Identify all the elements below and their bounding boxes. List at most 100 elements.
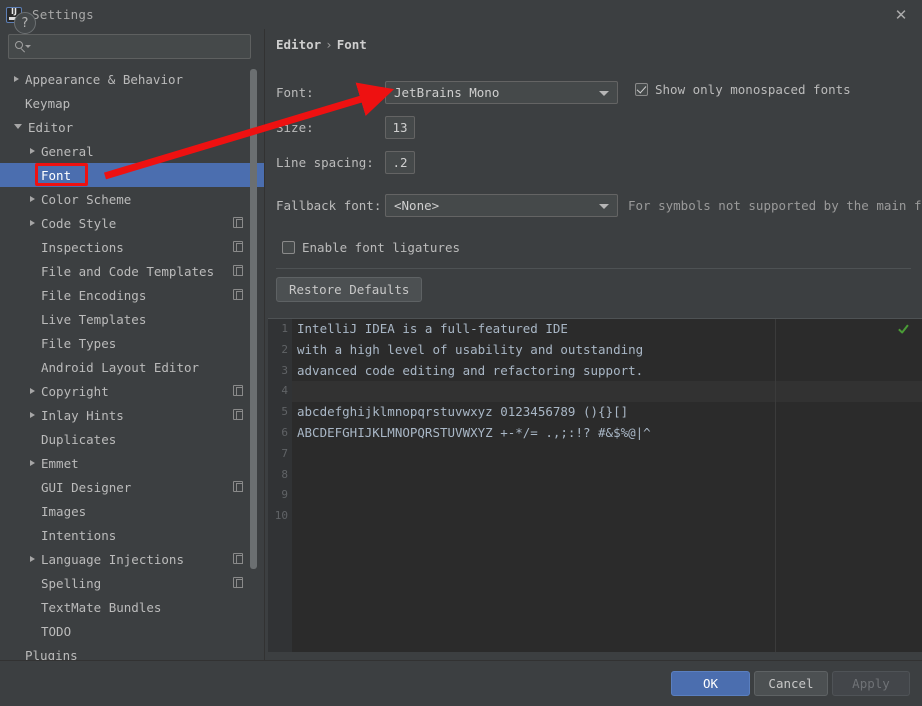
sidebar-item-appearance-behavior[interactable]: Appearance & Behavior — [0, 67, 265, 91]
sidebar-item-label: Appearance & Behavior — [25, 71, 184, 87]
sidebar-item-live-templates[interactable]: Live Templates — [0, 307, 265, 331]
code-line — [292, 381, 922, 403]
ligatures-checkbox-row[interactable]: Enable font ligatures — [282, 240, 460, 255]
size-input[interactable]: 13 — [385, 116, 415, 139]
editor-code-area[interactable]: IntelliJ IDEA is a full-featured IDE with… — [292, 319, 922, 652]
ok-button[interactable]: OK — [671, 671, 750, 696]
font-combo[interactable]: JetBrains Mono — [385, 81, 618, 104]
chevron-down-icon — [599, 204, 609, 209]
chevron-right-icon[interactable] — [30, 388, 35, 394]
sidebar-item-label: Intentions — [41, 527, 117, 543]
copy-settings-icon — [233, 409, 243, 420]
sidebar-item-inspections[interactable]: Inspections — [0, 235, 265, 259]
breadcrumb-leaf: Font — [336, 37, 367, 52]
copy-settings-icon — [233, 577, 243, 588]
chevron-right-icon[interactable] — [14, 76, 19, 82]
monospaced-checkbox-row[interactable]: Show only monospaced fonts — [635, 82, 851, 97]
line-number: 2 — [281, 342, 288, 356]
editor-gutter: 1 2 3 4 5 6 7 8 9 10 — [268, 319, 292, 652]
breadcrumb-root[interactable]: Editor — [276, 37, 321, 52]
copy-settings-icon — [233, 289, 243, 300]
sidebar-item-label: Inlay Hints — [41, 407, 124, 423]
search-box[interactable] — [8, 34, 251, 59]
chevron-right-icon[interactable] — [30, 412, 35, 418]
sidebar-item-file-and-code-templates[interactable]: File and Code Templates — [0, 259, 265, 283]
sidebar-item-duplicates[interactable]: Duplicates — [0, 427, 265, 451]
sidebar-item-label: Color Scheme — [41, 191, 132, 207]
line-number: 7 — [281, 446, 288, 460]
sidebar-item-gui-designer[interactable]: GUI Designer — [0, 475, 265, 499]
breadcrumb-separator: › — [325, 37, 333, 52]
sidebar-item-label: Inspections — [41, 239, 124, 255]
code-line: with a high level of usability and outst… — [297, 341, 644, 357]
line-number: 1 — [281, 322, 288, 335]
line-number: 9 — [281, 488, 288, 502]
copy-settings-icon — [233, 241, 243, 252]
line-number: 5 — [281, 405, 288, 419]
sidebar-item-android-layout-editor[interactable]: Android Layout Editor — [0, 355, 265, 379]
sidebar-item-label: Font — [41, 167, 72, 183]
sidebar-item-keymap[interactable]: Keymap — [0, 91, 265, 115]
sidebar-item-label: Keymap — [25, 95, 71, 111]
chevron-right-icon[interactable] — [30, 220, 35, 226]
settings-dialog: Settings ✕ Appearance & Behavior Keymap Ed… — [0, 0, 922, 706]
chevron-right-icon[interactable] — [30, 556, 35, 562]
sidebar-item-label: General — [41, 143, 94, 159]
sidebar-item-editor[interactable]: Editor — [0, 115, 265, 139]
sidebar-item-textmate-bundles[interactable]: TextMate Bundles — [0, 595, 265, 619]
sidebar-item-color-scheme[interactable]: Color Scheme — [0, 187, 265, 211]
code-line: IntelliJ IDEA is a full-featured IDE — [297, 321, 568, 336]
line-number: 6 — [281, 425, 288, 439]
sidebar-item-label: Editor — [28, 119, 74, 135]
chevron-right-icon[interactable] — [30, 460, 35, 466]
line-spacing-input[interactable]: .2 — [385, 151, 415, 174]
line-number: 3 — [281, 363, 288, 377]
sidebar-item-intentions[interactable]: Intentions — [0, 523, 265, 547]
sidebar-item-label: TODO — [41, 623, 72, 639]
sidebar-item-copyright[interactable]: Copyright — [0, 379, 265, 403]
restore-defaults-button[interactable]: Restore Defaults — [276, 277, 423, 302]
fallback-font-combo[interactable]: <None> — [385, 194, 618, 217]
font-label: Font: — [276, 85, 314, 100]
chevron-down-icon[interactable] — [14, 124, 22, 132]
sidebar-item-plugins[interactable]: Plugins — [0, 643, 265, 661]
ligatures-checkbox[interactable] — [282, 241, 295, 254]
search-input[interactable] — [31, 38, 250, 55]
sidebar-item-images[interactable]: Images — [0, 499, 265, 523]
sidebar-item-label: GUI Designer — [41, 479, 132, 495]
section-divider — [276, 268, 911, 269]
sidebar-item-label: File Encodings — [41, 287, 147, 303]
sidebar-scrollbar[interactable] — [250, 69, 257, 629]
sidebar-item-label: TextMate Bundles — [41, 599, 162, 615]
sidebar-item-emmet[interactable]: Emmet — [0, 451, 265, 475]
cancel-button[interactable]: Cancel — [754, 671, 828, 696]
sidebar-item-label: File and Code Templates — [41, 263, 215, 279]
search-icon — [15, 40, 31, 54]
monospaced-checkbox[interactable] — [635, 83, 648, 96]
code-line: advanced code editing and refactoring su… — [297, 362, 644, 378]
sidebar-item-inlay-hints[interactable]: Inlay Hints — [0, 403, 265, 427]
chevron-down-icon — [599, 91, 609, 96]
sidebar-item-spelling[interactable]: Spelling — [0, 571, 265, 595]
settings-sidebar: Appearance & Behavior Keymap Editor General… — [0, 29, 265, 660]
editor-fold-column — [775, 319, 776, 652]
font-row: Font: JetBrains Mono — [276, 81, 618, 104]
copy-settings-icon — [233, 385, 243, 396]
ligatures-checkbox-label: Enable font ligatures — [302, 240, 461, 255]
size-row: Size: 13 — [276, 116, 415, 139]
sidebar-scrollbar-thumb[interactable] — [250, 69, 257, 569]
sidebar-item-language-injections[interactable]: Language Injections — [0, 547, 265, 571]
help-button[interactable]: ? — [14, 12, 36, 34]
sidebar-item-general[interactable]: General — [0, 139, 265, 163]
sidebar-item-code-style[interactable]: Code Style — [0, 211, 265, 235]
fallback-font-value: <None> — [394, 198, 440, 213]
close-icon[interactable]: ✕ — [888, 4, 914, 26]
sidebar-item-todo[interactable]: TODO — [0, 619, 265, 643]
chevron-right-icon[interactable] — [30, 148, 35, 154]
sidebar-item-font[interactable]: Font — [0, 163, 265, 187]
sidebar-item-file-encodings[interactable]: File Encodings — [0, 283, 265, 307]
chevron-right-icon[interactable] — [30, 196, 35, 202]
title-bar: Settings ✕ — [0, 0, 922, 29]
font-preview-editor[interactable]: 1 2 3 4 5 6 7 8 9 10 IntelliJ IDEA is a full-feat… — [268, 318, 922, 652]
sidebar-item-file-types[interactable]: File Types — [0, 331, 265, 355]
